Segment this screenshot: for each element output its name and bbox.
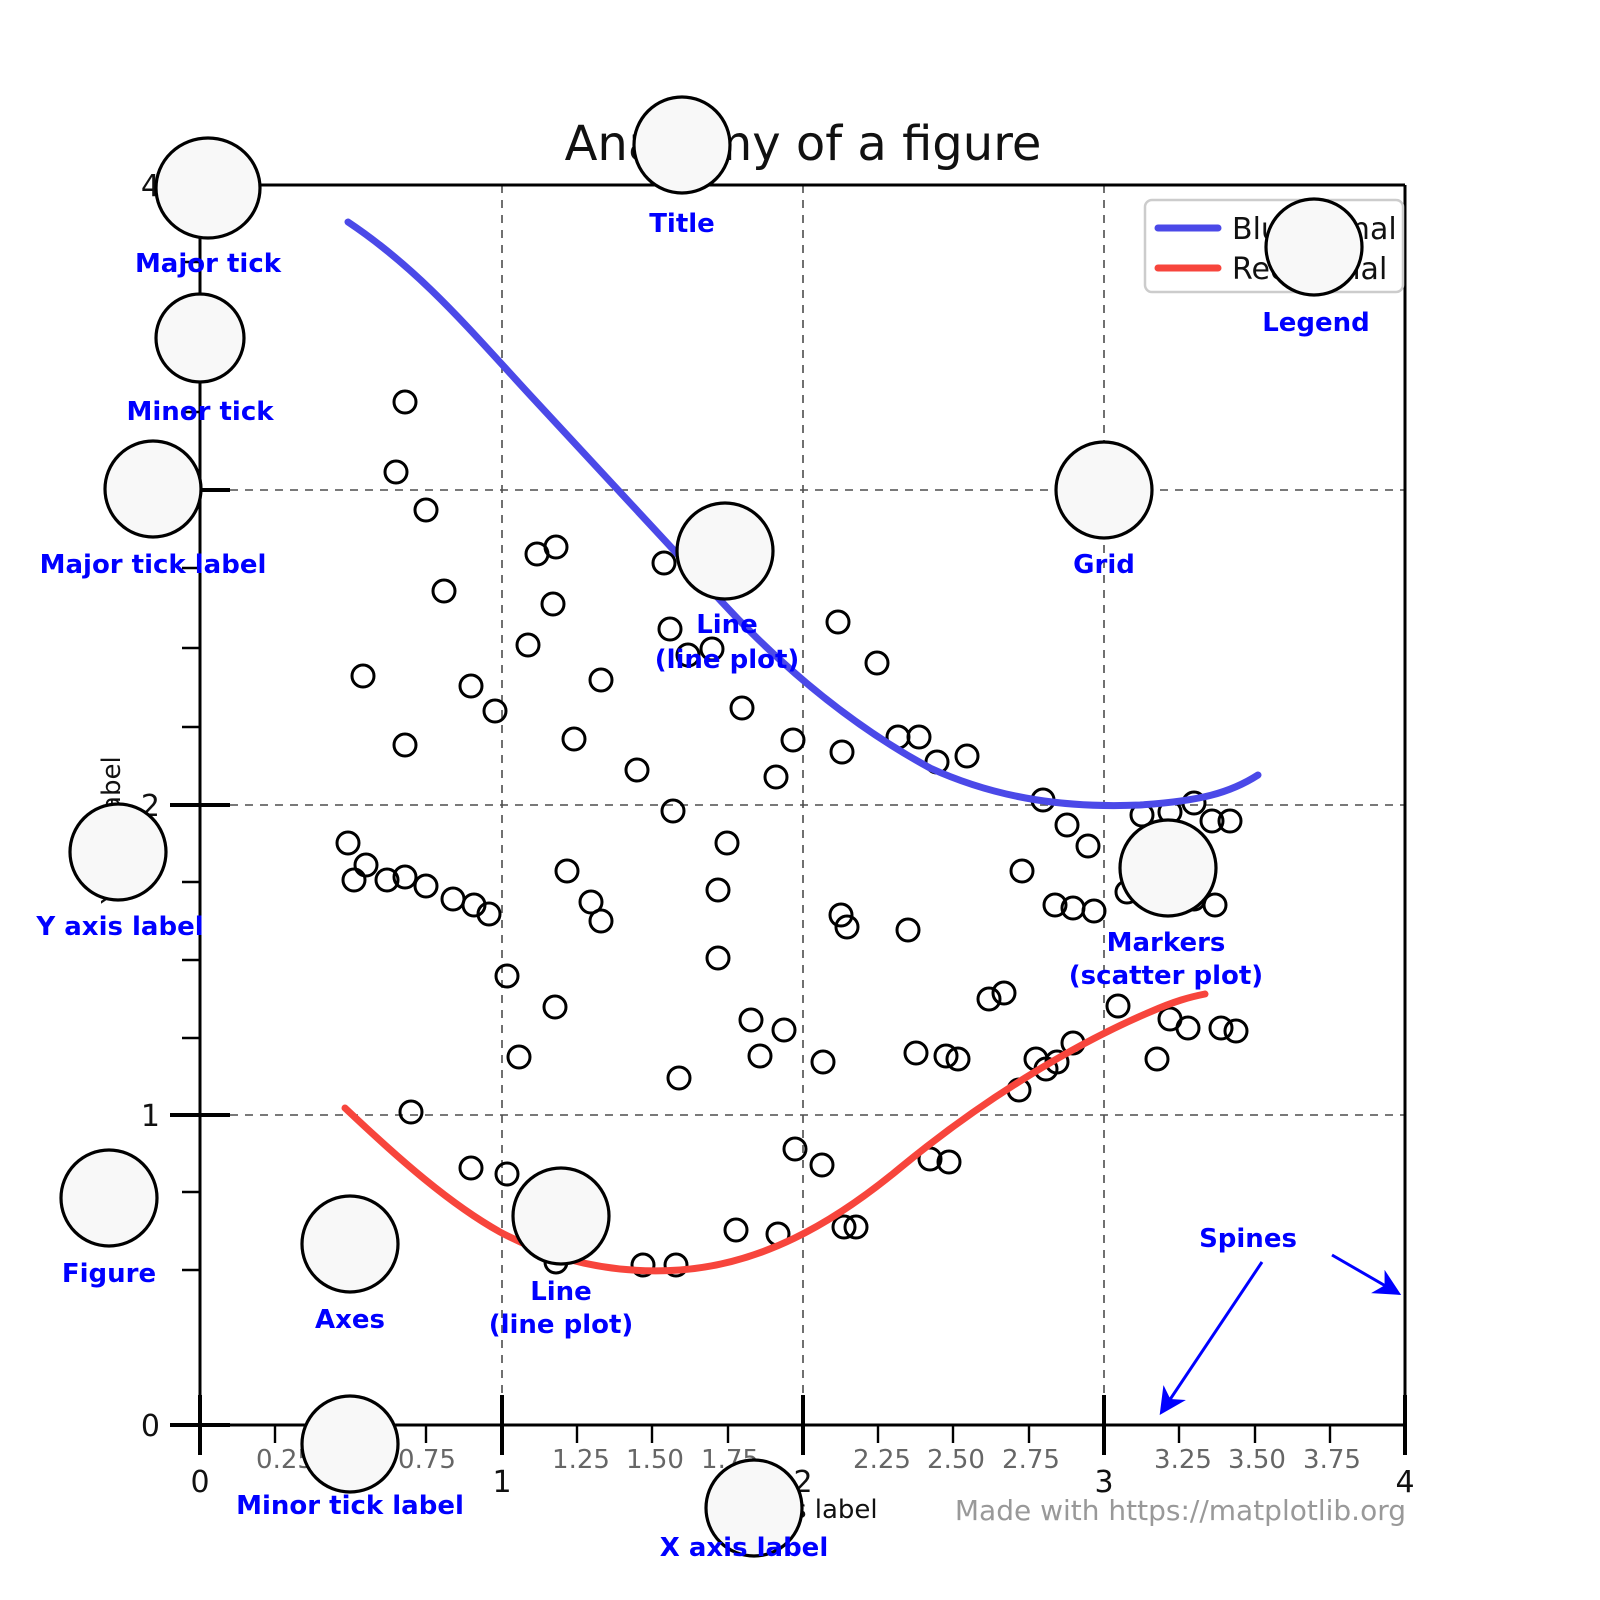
- annotation-line-blue-label: Line: [696, 610, 758, 640]
- annotation-figure-label: Figure: [62, 1259, 156, 1289]
- highlight-major-tick: [154, 136, 262, 240]
- x-minor-label-2.25: 2.25: [853, 1445, 911, 1475]
- highlight-line-plot-blue: [675, 501, 775, 601]
- annotation-highlights: [59, 95, 1364, 1558]
- highlight-legend: [1264, 197, 1364, 297]
- annotation-axes-label: Axes: [315, 1305, 385, 1335]
- annotation-major-tick-label-label: Major tick label: [40, 550, 267, 580]
- x-minor-label-2.50: 2.50: [927, 1445, 985, 1475]
- annotation-y-axis-label-label: Y axis label: [35, 912, 203, 942]
- annotation-line-blue-sublabel: (line plot): [655, 645, 800, 675]
- x-tick-label-1: 1: [492, 1465, 511, 1500]
- highlight-line-plot-red: [511, 1166, 611, 1266]
- annotation-grid-label: Grid: [1073, 550, 1135, 580]
- x-minor-label-3.50: 3.50: [1228, 1445, 1286, 1475]
- y-tick-label-0: 0: [141, 1409, 160, 1444]
- credit-text: Made with https://matplotlib.org: [955, 1494, 1406, 1527]
- annotation-title-label: Title: [649, 209, 715, 239]
- annotation-x-axis-label-label: X axis label: [660, 1533, 828, 1563]
- annotation-minor-tick-label: Minor tick: [126, 397, 274, 427]
- highlight-major-tick-label: [103, 439, 203, 539]
- spines-arrows: [1159, 1253, 1402, 1415]
- highlight-axes: [300, 1194, 400, 1294]
- annotation-markers-sublabel: (scatter plot): [1069, 961, 1263, 991]
- annotation-line-red-sublabel: (line plot): [489, 1310, 634, 1340]
- x-minor-label-1.50: 1.50: [626, 1445, 684, 1475]
- annotation-major-tick-label: Major tick: [135, 249, 282, 279]
- x-minor-label-3.75: 3.75: [1303, 1445, 1361, 1475]
- spines-arrow-right: [1331, 1253, 1402, 1296]
- highlight-grid: [1054, 440, 1154, 540]
- highlight-markers: [1118, 818, 1218, 918]
- annotation-line-red-label: Line: [530, 1277, 592, 1307]
- annotation-legend-label: Legend: [1262, 308, 1370, 338]
- y-major-tick-labels: 0 1 2 3 4: [141, 169, 160, 1444]
- figure-root: 0 1 2 3 4 0.25 0.50 0.75 1.25 1.50 1.75 …: [0, 0, 1600, 1600]
- anatomy-figure-svg: 0 1 2 3 4 0.25 0.50 0.75 1.25 1.50 1.75 …: [35, 95, 1415, 1563]
- highlight-title: [632, 95, 732, 195]
- annotation-markers-label: Markers: [1107, 928, 1226, 958]
- x-minor-label-0.75: 0.75: [398, 1445, 456, 1475]
- y-tick-label-1: 1: [141, 1099, 160, 1134]
- highlight-minor-tick-label: [300, 1394, 400, 1494]
- highlight-minor-tick: [154, 292, 246, 384]
- annotation-minor-tick-label-label: Minor tick label: [236, 1491, 464, 1521]
- x-tick-label-0: 0: [190, 1465, 209, 1500]
- highlight-figure: [59, 1148, 159, 1248]
- annotation-spines-label: Spines: [1199, 1224, 1297, 1254]
- x-minor-label-3.25: 3.25: [1154, 1445, 1212, 1475]
- x-minor-label-2.75: 2.75: [1002, 1445, 1060, 1475]
- spines-arrow-left: [1159, 1261, 1264, 1415]
- highlight-y-axis-label: [68, 802, 168, 902]
- x-minor-label-1.25: 1.25: [552, 1445, 610, 1475]
